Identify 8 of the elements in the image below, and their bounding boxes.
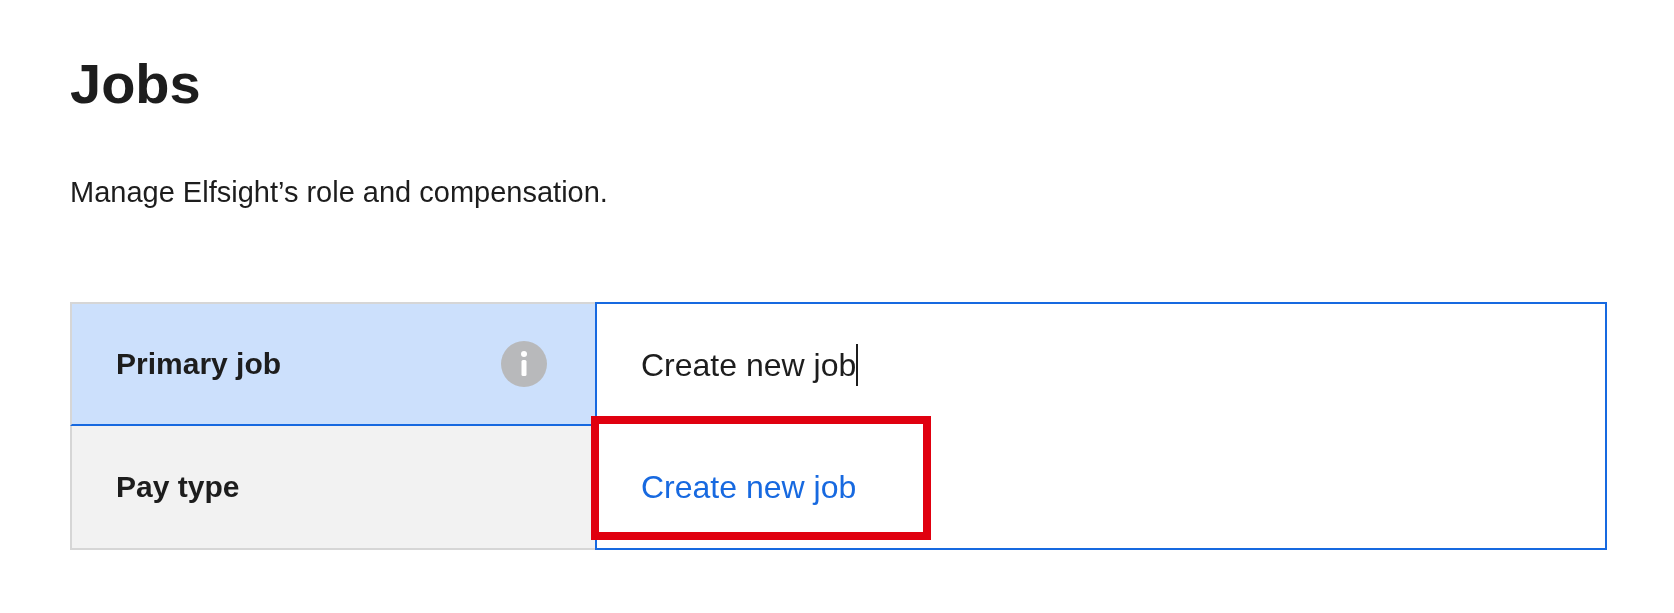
field-label-cell: Primary job xyxy=(70,302,595,426)
input-value: Create new job xyxy=(641,346,857,384)
create-job-link[interactable]: Create new job xyxy=(641,468,857,506)
field-label-cell: Pay type xyxy=(70,426,595,550)
page-title: Jobs xyxy=(70,51,202,117)
info-icon[interactable] xyxy=(501,341,547,387)
text-cursor xyxy=(856,344,859,386)
page-description: Manage Elfsight’s role and compensation. xyxy=(70,175,609,210)
